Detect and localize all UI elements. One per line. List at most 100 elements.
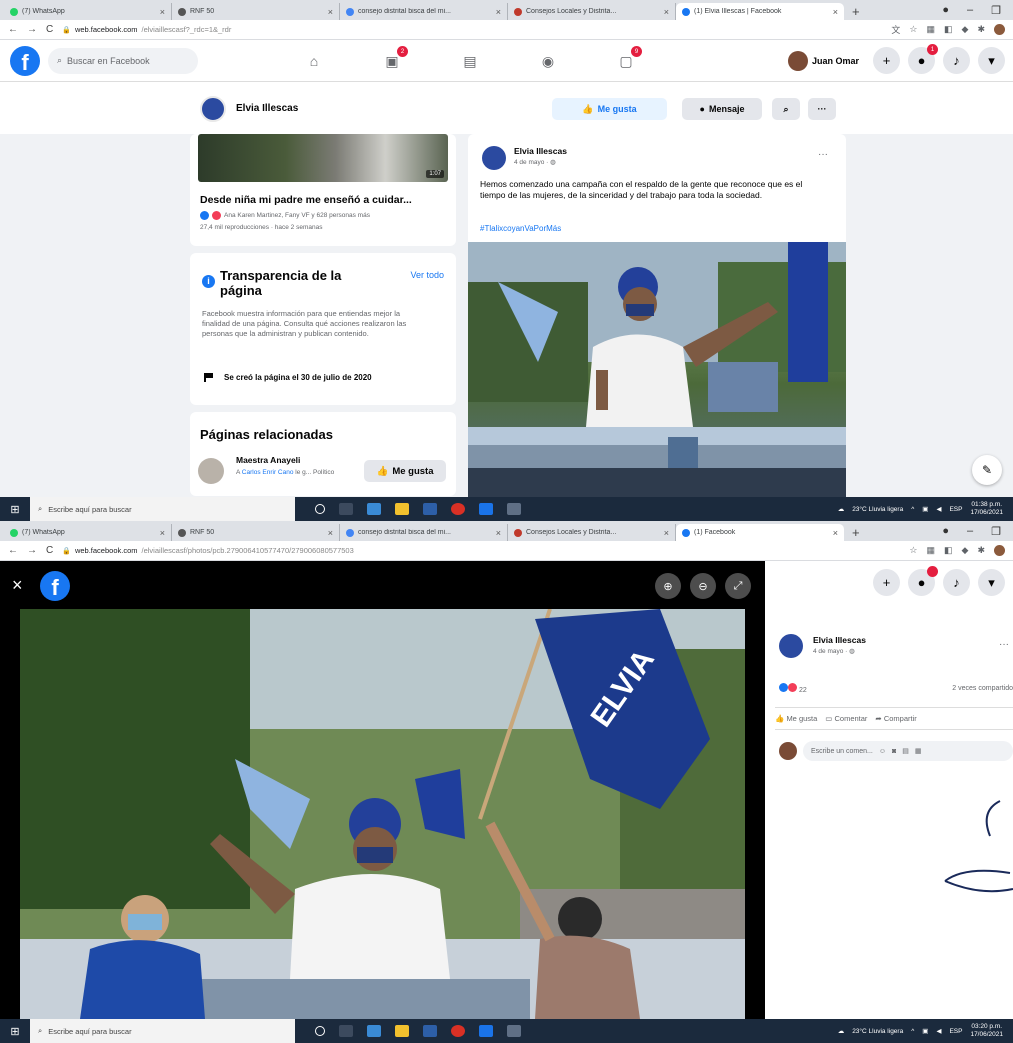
mail-icon[interactable]	[479, 1025, 493, 1037]
volume-icon[interactable]: ◀	[936, 1027, 941, 1035]
browser-tab[interactable]: RNF 50 ×	[172, 524, 340, 541]
calculator-icon[interactable]	[507, 1025, 521, 1037]
like-button[interactable]: 👍 Me gusta	[775, 714, 817, 723]
message-button[interactable]: ● Mensaje	[682, 98, 762, 120]
taskbar-search-input[interactable]: ⌕ Escribe aquí para buscar	[30, 497, 295, 521]
video-thumbnail[interactable]: 1:07	[198, 134, 448, 182]
messenger-icon[interactable]: ●	[908, 566, 938, 596]
mail-icon[interactable]	[479, 503, 493, 515]
camera-icon[interactable]: ◙	[892, 748, 896, 755]
chrome-icon[interactable]	[451, 503, 465, 515]
new-tab-button[interactable]: +	[844, 3, 868, 20]
messenger-icon[interactable]: ● 1	[908, 44, 938, 74]
store-icon[interactable]	[423, 503, 437, 515]
reload-icon[interactable]: C	[46, 545, 53, 556]
task-view-icon[interactable]	[315, 1026, 325, 1036]
windows-start-icon[interactable]: ⊞	[0, 503, 30, 516]
network-icon[interactable]: ▣	[922, 505, 928, 513]
close-tab-icon[interactable]: ×	[160, 7, 165, 17]
puzzle-icon[interactable]: ✱	[977, 545, 985, 556]
see-all-link[interactable]: Ver todo	[410, 270, 444, 280]
create-plus-icon[interactable]: +	[873, 47, 900, 74]
avatar[interactable]	[779, 634, 803, 658]
browser-profile-avatar[interactable]	[994, 545, 1005, 556]
post-photo[interactable]	[468, 242, 846, 500]
close-tab-icon[interactable]: ×	[664, 528, 669, 538]
browser-tab[interactable]: (7) WhatsApp ×	[4, 3, 172, 20]
post-author[interactable]: Elvia Illescas	[514, 146, 567, 156]
close-tab-icon[interactable]: ×	[328, 528, 333, 538]
hashtag-link[interactable]: #TlalixcoyanVaPorMás	[480, 224, 561, 233]
more-options-icon[interactable]: ···	[818, 149, 828, 160]
forward-arrow-icon[interactable]: →	[27, 545, 37, 556]
file-explorer-icon[interactable]	[367, 1025, 381, 1037]
store-icon[interactable]	[423, 1025, 437, 1037]
browser-tab[interactable]: (7) WhatsApp ×	[4, 524, 172, 541]
avatar[interactable]	[482, 146, 506, 170]
close-tab-icon[interactable]: ×	[833, 528, 838, 538]
profile-icon[interactable]: ●	[942, 525, 949, 537]
bookmark-star-icon[interactable]: ☆	[909, 24, 917, 35]
folder-icon[interactable]	[395, 1025, 409, 1037]
search-page-button[interactable]: ⌕	[772, 98, 800, 120]
sticker-icon[interactable]: ▦	[915, 747, 922, 755]
browser-tab-active[interactable]: (1) Elvia Illescas | Facebook ×	[676, 3, 844, 20]
like-page-button[interactable]: 👍 Me gusta	[552, 98, 667, 120]
calculator-icon[interactable]	[507, 503, 521, 515]
extension-icon[interactable]: ▦	[927, 545, 936, 556]
extension-icon[interactable]: ◧	[944, 545, 953, 556]
reactions-summary[interactable]: 22	[779, 683, 807, 694]
close-tab-icon[interactable]: ×	[328, 7, 333, 17]
close-tab-icon[interactable]: ×	[496, 528, 501, 538]
task-view-icon[interactable]	[315, 504, 325, 514]
browser-tab-active[interactable]: (1) Facebook ×	[676, 524, 844, 541]
marketplace-icon[interactable]: ▤	[456, 50, 484, 72]
bell-icon[interactable]: ♪	[943, 47, 970, 74]
more-options-icon[interactable]: ···	[999, 639, 1009, 650]
avatar[interactable]	[200, 96, 226, 122]
video-card[interactable]: 1:07 Desde niña mi padre me enseñó a cui…	[190, 134, 456, 246]
extension-icon[interactable]: ▦	[927, 24, 936, 35]
bell-icon[interactable]: ♪	[943, 569, 970, 596]
share-button[interactable]: ➦ Compartir	[875, 714, 916, 723]
taskbar-search-input[interactable]: ⌕ Escribe aquí para buscar	[30, 1019, 295, 1043]
zoom-out-icon[interactable]: ⊖	[690, 573, 716, 599]
minimize-button[interactable]: –	[967, 4, 973, 16]
network-icon[interactable]: ▣	[922, 1027, 928, 1035]
windows-start-icon[interactable]: ⊞	[0, 1025, 30, 1038]
browser-tab[interactable]: consejo distrital bisca del mi... ×	[340, 3, 508, 20]
new-tab-button[interactable]: +	[844, 524, 868, 541]
edit-compose-button[interactable]: ✎	[972, 455, 1002, 485]
browser-tab[interactable]: consejo distrital bisca del mi... ×	[340, 524, 508, 541]
browser-tab[interactable]: RNF 50 ×	[172, 3, 340, 20]
browser-profile-avatar[interactable]	[994, 24, 1005, 35]
home-icon[interactable]: ⌂	[300, 50, 328, 72]
viewer-photo[interactable]: ELVIA	[20, 609, 745, 1019]
facebook-logo-icon[interactable]: f	[40, 571, 70, 601]
emoji-icon[interactable]: ☺	[879, 748, 886, 755]
zoom-in-icon[interactable]: ⊕	[655, 573, 681, 599]
watch-icon[interactable]: ▣ 2	[378, 46, 408, 72]
like-related-page-button[interactable]: 👍 Me gusta	[364, 460, 446, 482]
browser-tab[interactable]: Consejos Locales y Distrita... ×	[508, 524, 676, 541]
facebook-logo-icon[interactable]: f	[10, 45, 40, 76]
close-tab-icon[interactable]: ×	[833, 7, 838, 17]
comment-button[interactable]: ▭ Comentar	[825, 714, 867, 723]
close-icon[interactable]: ×	[12, 575, 23, 596]
puzzle-icon[interactable]: ✱	[977, 24, 985, 35]
avatar[interactable]	[198, 458, 224, 484]
back-arrow-icon[interactable]: ←	[8, 545, 18, 556]
folder-icon[interactable]	[395, 503, 409, 515]
back-arrow-icon[interactable]: ←	[8, 24, 18, 35]
browser-tab[interactable]: Consejos Locales y Distrita... ×	[508, 3, 676, 20]
post-author[interactable]: Elvia Illescas	[813, 635, 866, 645]
page-title[interactable]: Elvia Illescas	[236, 103, 298, 114]
gif-icon[interactable]: ▤	[902, 747, 909, 755]
tray-chevron-icon[interactable]: ^	[911, 1028, 914, 1035]
reactions-summary[interactable]: Ana Karen Martinez, Fany VF y 628 person…	[200, 211, 370, 220]
search-input[interactable]: ⌕ Buscar en Facebook	[48, 47, 198, 74]
post-date[interactable]: 4 de mayo · ◍	[514, 158, 556, 166]
taskbar-clock[interactable]: 03:20 p.m. 17/06/2021	[970, 1023, 1003, 1039]
widgets-icon[interactable]	[339, 1025, 353, 1037]
translate-icon[interactable]: 文	[891, 23, 900, 36]
